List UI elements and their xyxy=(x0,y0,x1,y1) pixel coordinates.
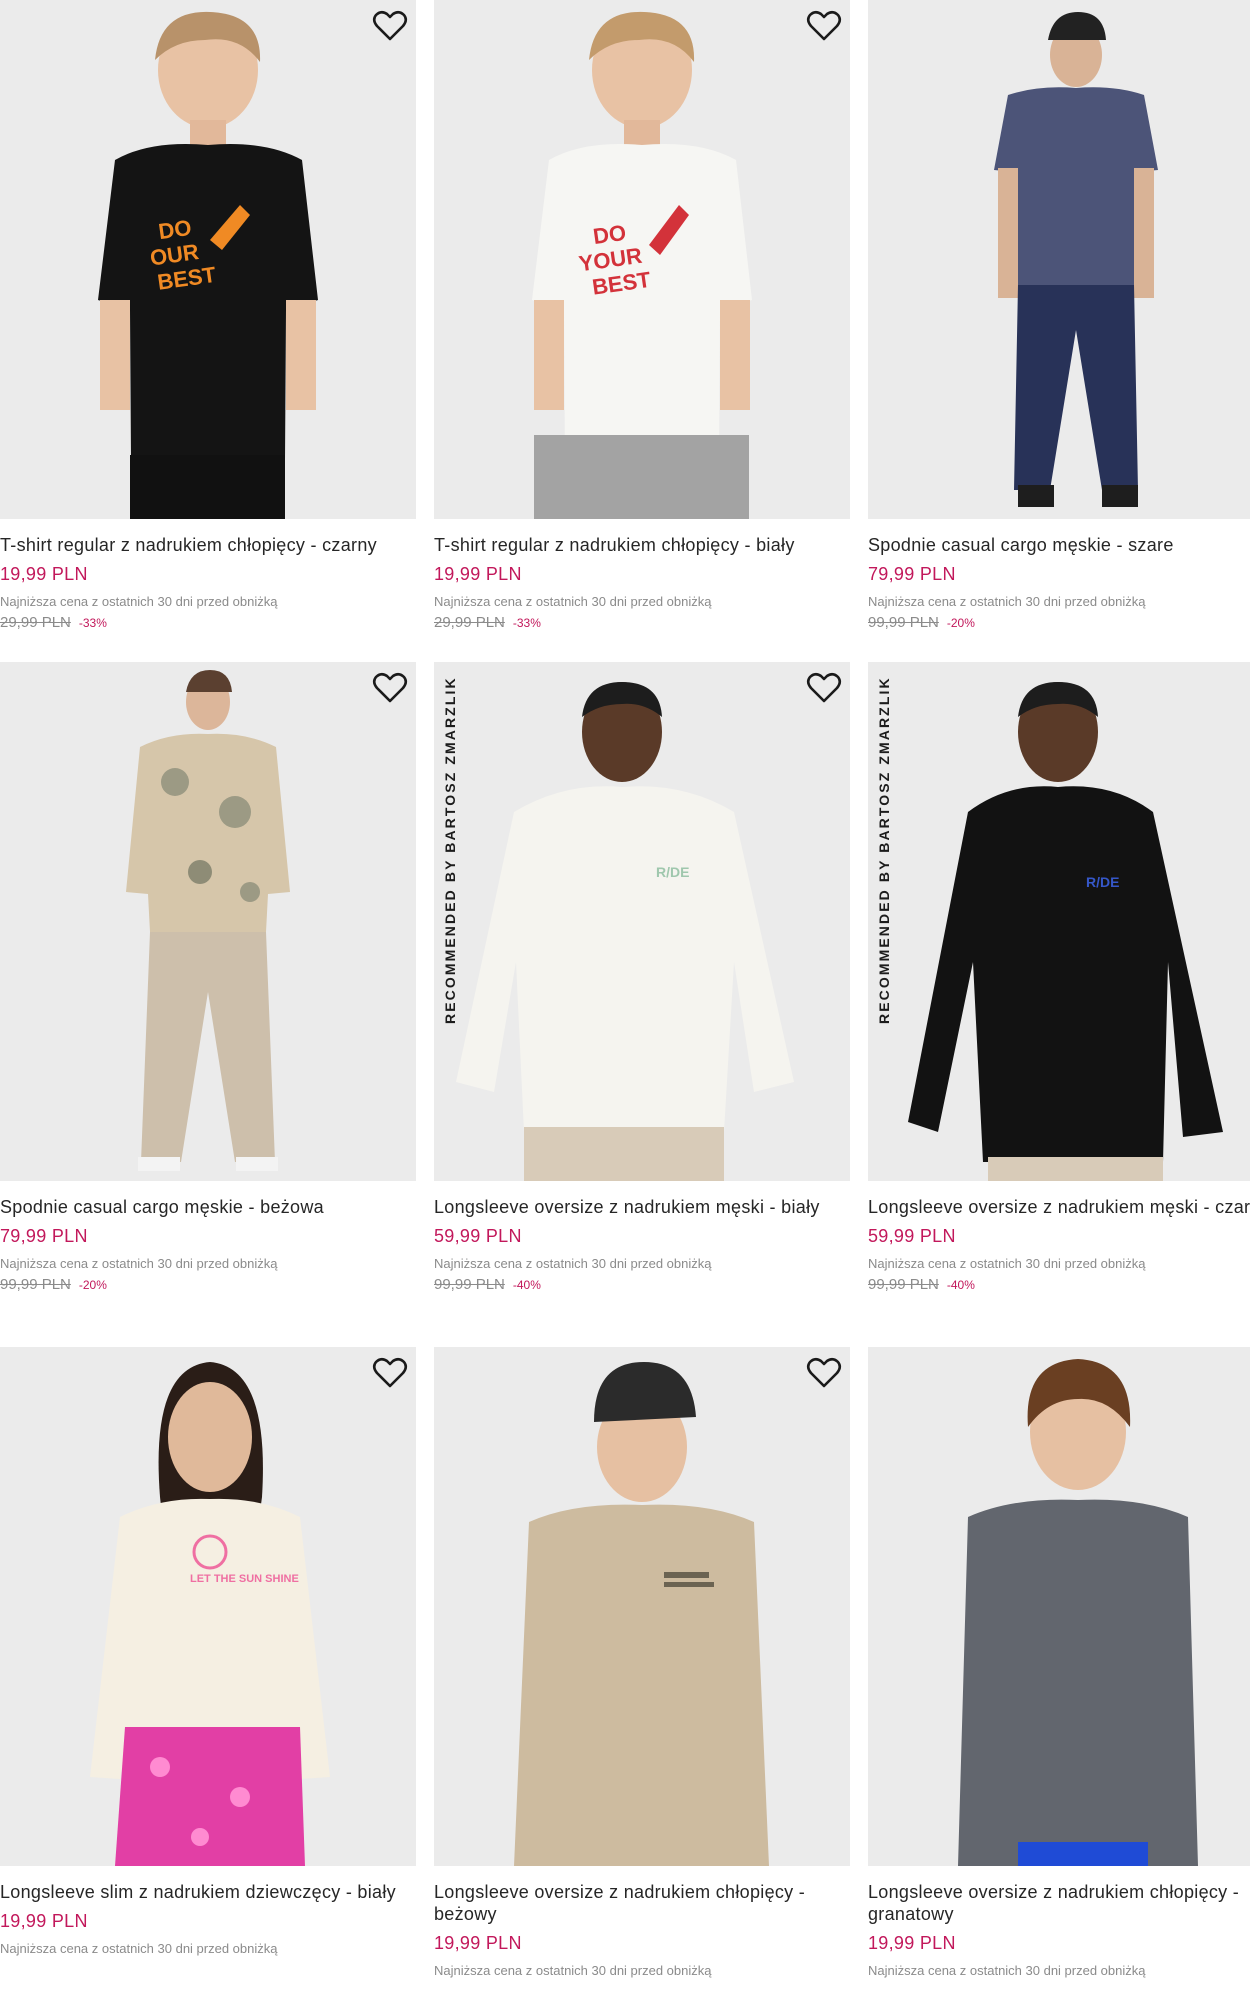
old-price-row: 99,99 PLN -20% xyxy=(0,1276,416,1294)
product-price: 19,99 PLN xyxy=(434,1933,522,1953)
lowest-price-note: Najniższa cena z ostatnich 30 dni przed … xyxy=(868,594,1146,609)
product-card[interactable]: LET THE SUN SHINE Longsleeve slim z nadr… xyxy=(0,1347,416,1957)
product-card[interactable]: Spodnie casual cargo męskie - beżowa 79,… xyxy=(0,662,416,1294)
product-photo[interactable]: R/DE RECOMMENDED BY BARTOSZ ZMARZLIK xyxy=(868,662,1250,1181)
product-price: 59,99 PLN xyxy=(868,1226,956,1246)
favorite-button[interactable] xyxy=(372,1357,408,1389)
product-photo[interactable] xyxy=(868,0,1250,519)
lowest-price-note: Najniższa cena z ostatnich 30 dni przed … xyxy=(0,1941,278,1956)
lowest-price-note: Najniższa cena z ostatnich 30 dni przed … xyxy=(434,1963,712,1978)
product-photo[interactable]: DO OUR BEST xyxy=(0,0,416,519)
old-price-row: 99,99 PLN -20% xyxy=(868,614,1250,632)
svg-text:R/DE: R/DE xyxy=(1086,874,1119,890)
old-price: 99,99 PLN xyxy=(868,614,939,631)
recommended-badge: RECOMMENDED BY BARTOSZ ZMARZLIK xyxy=(442,676,458,1024)
heart-outline-icon xyxy=(806,10,842,41)
product-photo[interactable]: DO YOUR BEST xyxy=(434,0,850,519)
product-title[interactable]: Longsleeve oversize z nadrukiem chłopięc… xyxy=(434,1881,850,1925)
heart-outline-icon xyxy=(806,1357,842,1388)
heart-outline-icon xyxy=(372,672,408,703)
discount-badge: -40% xyxy=(946,1278,975,1292)
product-title[interactable]: Longsleeve oversize z nadrukiem chłopięc… xyxy=(868,1881,1250,1925)
heart-outline-icon xyxy=(372,10,408,41)
product-image xyxy=(868,0,1250,519)
product-image: R/DE xyxy=(434,662,850,1181)
recommended-badge: RECOMMENDED BY BARTOSZ ZMARZLIK xyxy=(876,676,892,1024)
lowest-price-note: Najniższa cena z ostatnich 30 dni przed … xyxy=(0,1256,278,1271)
discount-badge: -33% xyxy=(78,616,107,630)
product-price: 59,99 PLN xyxy=(434,1226,522,1246)
product-photo[interactable]: R/DE RECOMMENDED BY BARTOSZ ZMARZLIK xyxy=(434,662,850,1181)
svg-text:LET THE SUN SHINE: LET THE SUN SHINE xyxy=(190,1573,299,1585)
product-card[interactable]: DO OUR BEST T-shirt regular z nadrukiem … xyxy=(0,0,416,632)
favorite-button[interactable] xyxy=(806,1357,842,1389)
product-photo[interactable] xyxy=(0,662,416,1181)
product-image: LET THE SUN SHINE xyxy=(0,1347,416,1866)
product-title[interactable]: Spodnie casual cargo męskie - beżowa xyxy=(0,1196,416,1218)
product-image xyxy=(434,1347,850,1866)
product-card[interactable]: Longsleeve oversize z nadrukiem chłopięc… xyxy=(434,1347,850,1979)
favorite-button[interactable] xyxy=(806,672,842,704)
product-image: R/DE xyxy=(868,662,1250,1181)
product-price: 79,99 PLN xyxy=(868,564,956,584)
svg-text:R/DE: R/DE xyxy=(656,864,689,880)
old-price-row: 29,99 PLN -33% xyxy=(434,614,850,632)
product-photo[interactable]: LET THE SUN SHINE xyxy=(0,1347,416,1866)
discount-badge: -40% xyxy=(512,1278,541,1292)
old-price: 99,99 PLN xyxy=(0,1276,71,1293)
product-title[interactable]: Longsleeve oversize z nadrukiem męski - … xyxy=(434,1196,850,1218)
product-photo[interactable] xyxy=(434,1347,850,1866)
product-card[interactable]: Spodnie casual cargo męskie - szare 79,9… xyxy=(868,0,1250,632)
product-image xyxy=(0,662,416,1181)
lowest-price-note: Najniższa cena z ostatnich 30 dni przed … xyxy=(0,594,278,609)
old-price: 99,99 PLN xyxy=(434,1276,505,1293)
product-card[interactable]: DO YOUR BEST T-shirt regular z nadrukiem… xyxy=(434,0,850,632)
product-card[interactable]: Longsleeve oversize z nadrukiem chłopięc… xyxy=(868,1347,1250,1979)
old-price: 99,99 PLN xyxy=(868,1276,939,1293)
product-image: DO YOUR BEST xyxy=(434,0,850,519)
favorite-button[interactable] xyxy=(372,10,408,42)
favorite-button[interactable] xyxy=(372,672,408,704)
favorite-button[interactable] xyxy=(806,10,842,42)
product-price: 19,99 PLN xyxy=(434,564,522,584)
product-grid: DO OUR BEST T-shirt regular z nadrukiem … xyxy=(0,0,1250,1992)
discount-badge: -20% xyxy=(946,616,975,630)
lowest-price-note: Najniższa cena z ostatnich 30 dni przed … xyxy=(434,594,712,609)
product-price: 79,99 PLN xyxy=(0,1226,88,1246)
product-photo[interactable] xyxy=(868,1347,1250,1866)
lowest-price-note: Najniższa cena z ostatnich 30 dni przed … xyxy=(868,1256,1146,1271)
old-price-row: 29,99 PLN -33% xyxy=(0,614,416,632)
old-price: 29,99 PLN xyxy=(0,614,71,631)
product-title[interactable]: T-shirt regular z nadrukiem chłopięcy - … xyxy=(434,534,850,556)
lowest-price-note: Najniższa cena z ostatnich 30 dni przed … xyxy=(434,1256,712,1271)
product-price: 19,99 PLN xyxy=(0,1911,88,1931)
heart-outline-icon xyxy=(372,1357,408,1388)
lowest-price-note: Najniższa cena z ostatnich 30 dni przed … xyxy=(868,1963,1146,1978)
product-price: 19,99 PLN xyxy=(0,564,88,584)
product-title[interactable]: T-shirt regular z nadrukiem chłopięcy - … xyxy=(0,534,416,556)
old-price-row: 99,99 PLN -40% xyxy=(434,1276,850,1294)
product-title[interactable]: Longsleeve slim z nadrukiem dziewczęcy -… xyxy=(0,1881,416,1903)
product-title[interactable]: Spodnie casual cargo męskie - szare xyxy=(868,534,1250,556)
product-card[interactable]: R/DE RECOMMENDED BY BARTOSZ ZMARZLIK Lon… xyxy=(434,662,850,1294)
product-title[interactable]: Longsleeve oversize z nadrukiem męski - … xyxy=(868,1196,1250,1218)
discount-badge: -33% xyxy=(512,616,541,630)
heart-outline-icon xyxy=(806,672,842,703)
product-price: 19,99 PLN xyxy=(868,1933,956,1953)
old-price-row: 99,99 PLN -40% xyxy=(868,1276,1250,1294)
old-price: 29,99 PLN xyxy=(434,614,505,631)
product-image: DO OUR BEST xyxy=(0,0,416,519)
discount-badge: -20% xyxy=(78,1278,107,1292)
product-card[interactable]: R/DE RECOMMENDED BY BARTOSZ ZMARZLIK Lon… xyxy=(868,662,1250,1294)
product-image xyxy=(868,1347,1250,1866)
